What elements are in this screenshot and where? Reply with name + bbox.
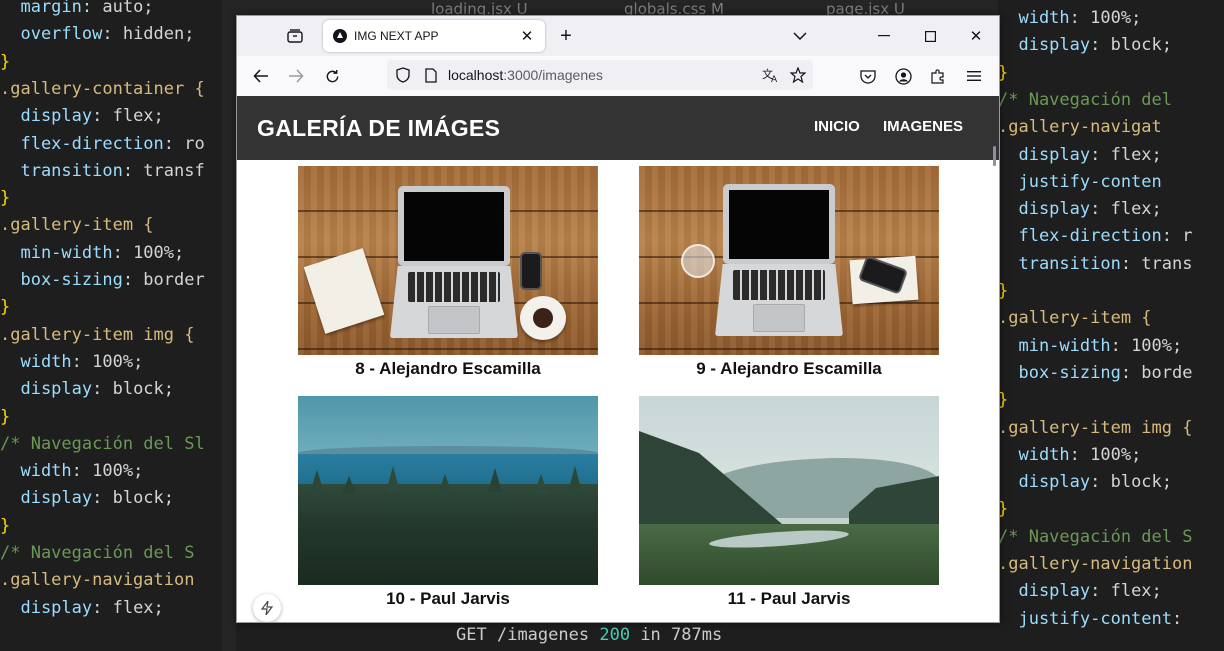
gallery-photo-laptop-glass[interactable]: [639, 166, 939, 355]
code-line: .gallery-item {: [0, 215, 154, 236]
reload-icon[interactable]: [322, 66, 342, 86]
url-path: :3000/imagenes: [503, 67, 603, 83]
code-line: display: flex;: [0, 106, 164, 127]
page-viewport: GALERÍA DE IMÁGES INICIO IMAGENES 8 - Al…: [237, 96, 999, 622]
minimize-icon[interactable]: [873, 26, 895, 46]
code-line: display: block;: [998, 35, 1173, 56]
page-scrollbar[interactable]: [993, 146, 996, 166]
nav-link-inicio[interactable]: INICIO: [814, 96, 860, 158]
code-line: /* Navegación del S: [0, 543, 195, 563]
code-line: .gallery-navigation: [0, 570, 195, 591]
editor-gutter: [222, 0, 236, 651]
gallery-photo-laptop-notebook[interactable]: [298, 166, 598, 355]
code-line: .gallery-item {: [998, 308, 1152, 329]
site-header: GALERÍA DE IMÁGES INICIO IMAGENES: [237, 96, 999, 160]
code-line: .gallery-navigat: [998, 117, 1162, 138]
browser-tab-active[interactable]: IMG NEXT APP ✕: [323, 20, 545, 52]
browser-window: IMG NEXT APP ✕ + ✕ localhost:3000/imagen…: [236, 15, 1000, 623]
close-window-icon[interactable]: ✕: [965, 26, 987, 46]
terminal-log-line: GET /imagenes 200 in 787ms: [456, 625, 722, 645]
tab-title: IMG NEXT APP: [354, 29, 439, 43]
term-method: GET: [456, 625, 487, 645]
code-line: }: [0, 188, 11, 209]
gallery-photo-sea-forest[interactable]: [298, 396, 598, 585]
code-line: /* Navegación del: [998, 89, 1172, 110]
gallery-item[interactable]: 10 - Paul Jarvis: [298, 396, 598, 616]
nav-link-imagenes[interactable]: IMAGENES: [883, 96, 963, 158]
next-dev-indicator-icon[interactable]: [253, 594, 281, 622]
pocket-icon[interactable]: [857, 66, 879, 86]
gallery-photo-valley-river[interactable]: [639, 396, 939, 585]
gallery-caption: 10 - Paul Jarvis: [386, 589, 510, 608]
translate-icon[interactable]: 文A: [759, 65, 781, 85]
code-line: }: [0, 297, 11, 318]
tab-overview-icon[interactable]: [285, 26, 305, 46]
code-line: width: 100%;: [0, 461, 144, 482]
code-line: .gallery-item img {: [0, 324, 195, 345]
gallery-item[interactable]: 9 - Alejandro Escamilla: [639, 166, 939, 386]
editor-left-pane: margin: auto; overflow: hidden;} .gallery…: [0, 0, 236, 651]
editor-right-pane: width: 100%; display: block;}/* Navegaci…: [998, 0, 1224, 651]
term-path: /imagenes: [496, 625, 590, 645]
code-line: justify-conten: [998, 171, 1162, 192]
menu-hamburger-icon[interactable]: [963, 66, 985, 86]
tracking-shield-icon[interactable]: [393, 65, 413, 85]
code-line: .gallery-navigation: [998, 554, 1193, 574]
code-line: width: 100%;: [998, 8, 1142, 28]
code-line: /* Navegación del S: [998, 526, 1193, 547]
code-line: flex-direction: r: [998, 226, 1193, 247]
code-line: box-sizing: borde: [998, 362, 1193, 383]
code-line: transition: transf: [0, 160, 205, 181]
code-line: display: flex;: [998, 199, 1162, 220]
gallery-item[interactable]: 8 - Alejandro Escamilla: [298, 166, 598, 386]
code-line: }: [0, 51, 11, 72]
gallery-caption: 11 - Paul Jarvis: [727, 589, 851, 608]
code-line: min-width: 100%;: [0, 242, 185, 263]
code-line: overflow: hidden;: [0, 24, 195, 45]
account-icon[interactable]: [892, 66, 914, 86]
code-line: display: flex;: [998, 581, 1162, 602]
list-tabs-chevron-icon[interactable]: [789, 26, 811, 46]
code-line: width: 100%;: [998, 444, 1142, 465]
code-line: .gallery-container {: [0, 78, 205, 99]
tab-close-icon[interactable]: ✕: [517, 26, 537, 46]
page-info-icon[interactable]: [421, 65, 441, 85]
code-line: .gallery-item img {: [998, 417, 1193, 438]
svg-text:A: A: [771, 75, 778, 83]
code-line: box-sizing: border: [0, 270, 205, 290]
code-line: margin: auto;: [0, 0, 154, 17]
tab-favicon-icon: [333, 29, 347, 43]
code-line: /* Navegación del Sl: [0, 433, 205, 454]
new-tab-icon[interactable]: +: [555, 25, 577, 47]
back-icon[interactable]: [251, 66, 271, 86]
extensions-icon[interactable]: [927, 66, 949, 86]
term-time: in 787ms: [640, 625, 723, 645]
code-line: display: block;: [998, 472, 1173, 493]
gallery-item[interactable]: 11 - Paul Jarvis: [639, 396, 939, 616]
code-line: width: 100%;: [0, 351, 144, 372]
code-line: min-width: 100%;: [998, 335, 1183, 356]
site-title: GALERÍA DE IMÁGES: [257, 115, 501, 141]
code-line: display: block;: [0, 379, 175, 400]
code-line: transition: trans: [998, 253, 1193, 274]
code-line: display: flex;: [0, 597, 164, 618]
code-line: display: block;: [0, 488, 175, 509]
address-bar[interactable]: localhost:3000/imagenes 文A: [387, 60, 813, 90]
forward-icon[interactable]: [286, 66, 306, 86]
code-line: }: [0, 406, 11, 427]
gallery-caption: 8 - Alejandro Escamilla: [355, 359, 541, 378]
terminal-panel: GET /imagenes 200 in 787ms: [416, 622, 998, 651]
browser-nav-bar: localhost:3000/imagenes 文A: [237, 56, 999, 96]
browser-tab-bar: IMG NEXT APP ✕ + ✕: [237, 16, 999, 56]
code-line: flex-direction: ro: [0, 133, 205, 154]
url-host: localhost: [448, 67, 504, 83]
term-status: 200: [599, 625, 631, 645]
maximize-icon[interactable]: [919, 26, 941, 46]
bookmark-star-icon[interactable]: [787, 65, 809, 85]
code-line: justify-content:: [998, 608, 1183, 629]
url-text[interactable]: localhost:3000/imagenes: [448, 60, 603, 90]
code-line: }: [0, 515, 11, 536]
gallery-caption: 9 - Alejandro Escamilla: [696, 359, 882, 378]
code-line: display: flex;: [998, 144, 1162, 165]
